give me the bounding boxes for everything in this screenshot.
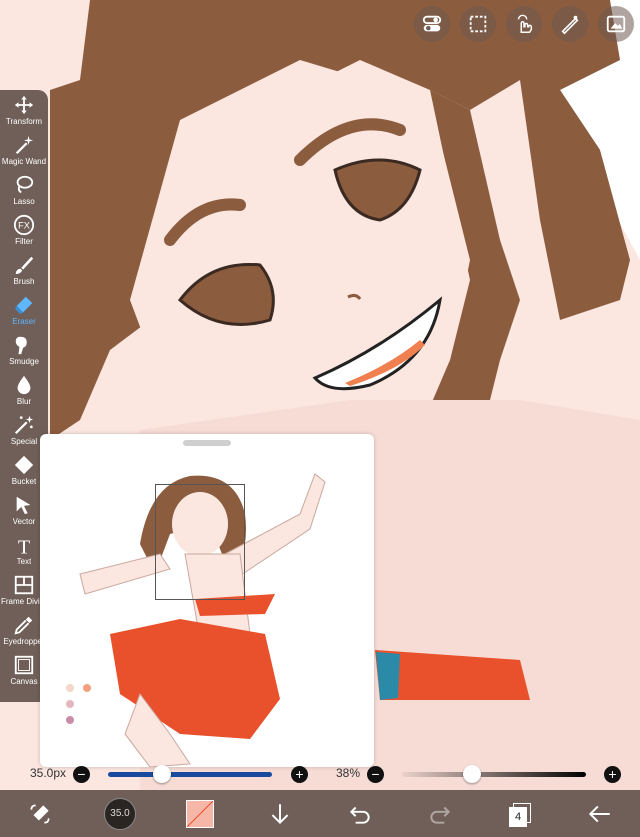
blur-drop-icon (17, 375, 31, 395)
touch-gesture-button[interactable] (506, 6, 542, 42)
toggle-button[interactable] (414, 6, 450, 42)
undo-button[interactable] (336, 794, 384, 834)
vector-cursor-icon (16, 496, 31, 515)
brush-size-button[interactable]: 35.0 (96, 794, 144, 834)
tool-label: Canvas (10, 677, 38, 686)
opacity-slider-knob[interactable] (462, 765, 481, 783)
tool-label: Special (10, 437, 38, 446)
redo-icon (430, 806, 451, 824)
tool-label: Text (16, 557, 32, 566)
ruler-button[interactable] (552, 6, 588, 42)
size-slider-track[interactable] (108, 772, 272, 777)
ref-palette-swatch (66, 684, 74, 692)
opacity-increase-button[interactable]: + (604, 766, 621, 783)
tool-eraser[interactable]: Eraser (0, 290, 48, 330)
selection-rect-icon (469, 15, 487, 33)
arrow-left-icon (588, 805, 610, 822)
tool-label: Smudge (9, 357, 39, 366)
tool-label: Bucket (11, 477, 37, 486)
reference-window[interactable] (40, 434, 374, 767)
brush-size-value: 35.0 (110, 808, 130, 819)
eyedropper-icon (14, 616, 33, 635)
reference-window-icon (606, 15, 626, 33)
ref-palette-swatch (66, 700, 74, 708)
color-button[interactable] (176, 794, 224, 834)
frame-divider-icon (14, 575, 34, 595)
tool-blur[interactable]: Blur (0, 370, 48, 410)
bucket-icon (14, 455, 34, 475)
tool-lasso[interactable]: Lasso (0, 170, 48, 210)
canvas-icon (14, 655, 34, 675)
fx-icon: FX (13, 214, 35, 236)
bottom-toolbar: 35.0 4 (0, 790, 640, 837)
slider-row: 35.0px − + 38% − + (0, 762, 640, 786)
quick-tool-button[interactable] (16, 794, 64, 834)
tool-label: Filter (15, 237, 33, 246)
ribbon-blue (376, 652, 400, 700)
color-swatch-slash-icon (187, 800, 213, 827)
size-decrease-button[interactable]: − (73, 766, 90, 783)
text-icon: T (18, 536, 30, 556)
tool-label: Lasso (13, 197, 35, 206)
brush-icon (15, 256, 34, 275)
tool-label: Transform (5, 117, 43, 126)
opacity-decrease-button[interactable]: − (367, 766, 384, 783)
layer-count: 4 (509, 806, 527, 827)
tool-smudge[interactable]: Smudge (0, 330, 48, 370)
magic-wand-icon (15, 135, 34, 155)
tool-filter[interactable]: FX Filter (0, 210, 48, 250)
opacity-label: 38% (336, 766, 361, 780)
tool-swap-icon (30, 803, 50, 824)
svg-text:T: T (18, 536, 30, 556)
size-increase-button[interactable]: + (291, 766, 308, 783)
tool-label: Vector (12, 517, 36, 526)
download-button[interactable] (256, 794, 304, 834)
tool-magic-wand[interactable]: Magic Wand (0, 130, 48, 170)
ref-palette-swatch (83, 684, 91, 692)
ruler-pen-icon (561, 15, 579, 35)
opacity-slider-track[interactable] (402, 772, 586, 777)
brush-size-label: 35.0px (30, 766, 67, 780)
eraser-icon (14, 296, 33, 315)
special-icon (14, 415, 34, 435)
arrow-down-icon (271, 803, 289, 824)
color-swatch (186, 799, 214, 828)
tool-transform[interactable]: Transform (0, 90, 48, 130)
smudge-icon (15, 336, 27, 355)
svg-text:FX: FX (18, 221, 30, 231)
redo-button[interactable] (416, 794, 464, 834)
brush-size-circle: 35.0 (104, 797, 136, 830)
top-toolbar (414, 6, 634, 42)
tool-label: Eraser (12, 317, 36, 326)
lasso-icon (16, 175, 34, 194)
selection-button[interactable] (460, 6, 496, 42)
transform-icon (14, 95, 34, 115)
tool-label: Brush (13, 277, 35, 286)
tool-brush[interactable]: Brush (0, 250, 48, 290)
tool-label: Magic Wand (1, 157, 47, 166)
layers-icon: 4 (509, 802, 531, 827)
touch-gesture-icon (517, 14, 533, 33)
size-slider-knob[interactable] (153, 765, 172, 783)
undo-icon (349, 806, 370, 824)
back-button[interactable] (576, 794, 624, 834)
ref-palette-swatch (66, 716, 74, 724)
toggle-icon (422, 15, 442, 32)
tool-label: Eyedropper (3, 637, 45, 646)
reference-window-button[interactable] (598, 6, 634, 42)
reference-viewport-frame[interactable] (155, 484, 245, 600)
tool-label: Blur (16, 397, 32, 406)
layers-button[interactable]: 4 (496, 794, 544, 834)
